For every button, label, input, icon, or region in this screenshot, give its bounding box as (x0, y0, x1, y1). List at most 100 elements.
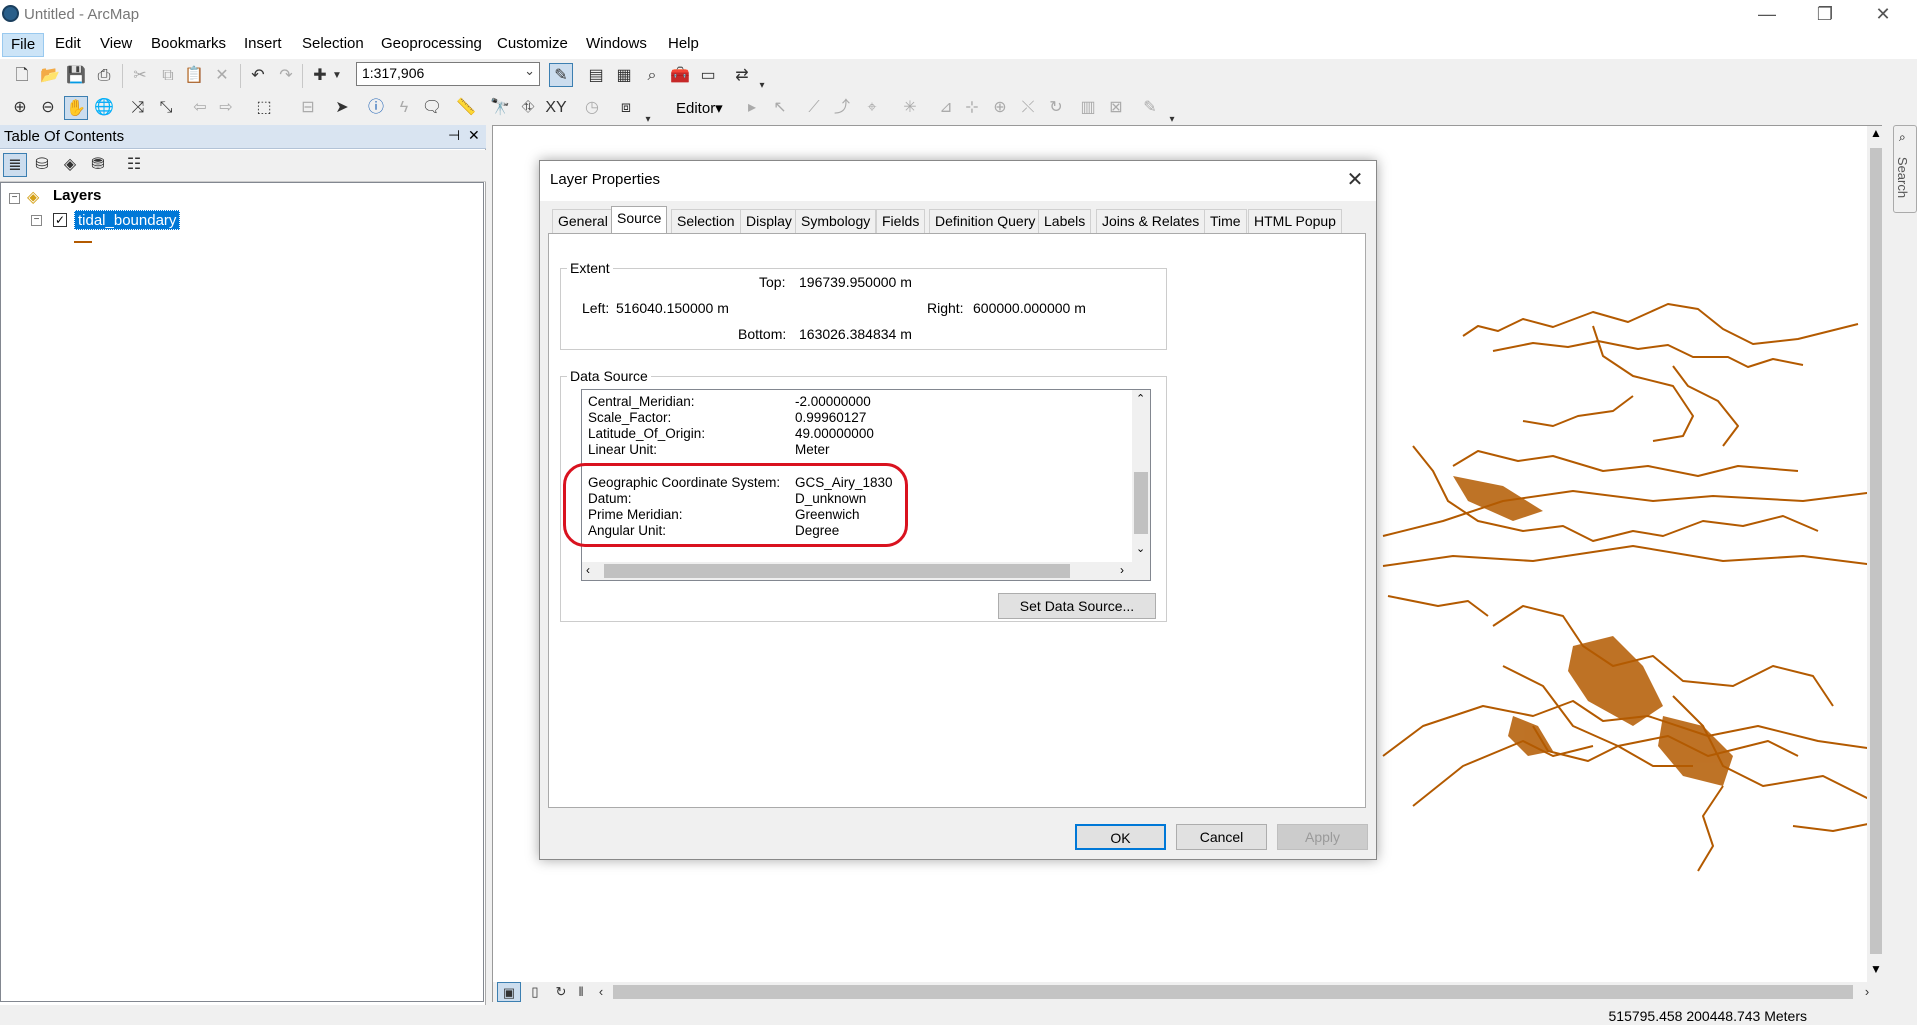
tab-general[interactable]: General (552, 209, 614, 233)
list-by-selection-icon[interactable]: ⛃ (86, 153, 110, 177)
table-of-contents-icon[interactable]: ▤ (584, 64, 608, 88)
go-to-xy-icon[interactable]: XY (544, 96, 568, 120)
menu-insert[interactable]: Insert (236, 33, 290, 57)
zoom-out-icon[interactable]: ⊖ (36, 96, 60, 120)
collapse-layer-icon[interactable]: − (31, 215, 42, 226)
data-source-hscroll-thumb[interactable] (604, 564, 1070, 578)
menu-view[interactable]: View (92, 33, 140, 57)
fixed-zoom-out-icon[interactable]: ⤡ (154, 96, 178, 120)
menu-help[interactable]: Help (660, 33, 707, 57)
scroll-up-icon[interactable]: ⌃ (1136, 392, 1145, 405)
print-icon[interactable]: ⎙ (92, 64, 116, 88)
menu-edit[interactable]: Edit (47, 33, 89, 57)
toc-close-icon[interactable]: ✕ (468, 127, 480, 144)
apply-button[interactable]: Apply (1277, 824, 1368, 850)
sketch-properties-icon[interactable]: ⊠ (1104, 96, 1128, 120)
select-elements-icon[interactable]: ➤ (330, 96, 354, 120)
list-by-visibility-icon[interactable]: ◈ (58, 153, 82, 177)
paste-icon[interactable]: 📋 (182, 64, 206, 88)
measure-icon[interactable]: 📏 (454, 96, 478, 120)
catalog-icon[interactable]: ▦ (612, 64, 636, 88)
split-icon[interactable]: ⤬ (1016, 96, 1040, 120)
cut-icon[interactable]: ✂ (128, 64, 152, 88)
straight-segment-icon[interactable]: ⟋ (802, 96, 826, 120)
tab-definition-query[interactable]: Definition Query (929, 209, 1042, 233)
map-scale-combobox[interactable]: 1:317,906 ⌄ (356, 62, 540, 86)
edit-annotation-icon[interactable]: ↖ (768, 96, 792, 120)
tab-time[interactable]: Time (1204, 209, 1247, 233)
menu-bookmarks[interactable]: Bookmarks (143, 33, 234, 57)
cancel-button[interactable]: Cancel (1176, 824, 1267, 850)
tab-symbology[interactable]: Symbology (795, 209, 877, 233)
rotate-icon[interactable]: ↻ (1044, 96, 1068, 120)
scroll-down-icon[interactable]: ⌄ (1136, 542, 1145, 555)
list-by-source-icon[interactable]: ⛁ (30, 153, 54, 177)
tab-labels[interactable]: Labels (1038, 209, 1092, 233)
horizontal-scroll-thumb[interactable] (613, 985, 1853, 999)
search-window-icon[interactable]: ⌕ (640, 64, 664, 88)
hyperlink-icon[interactable]: ϟ (392, 96, 416, 120)
fixed-zoom-in-icon[interactable]: ⤨ (126, 96, 150, 120)
tab-html-popup[interactable]: HTML Popup (1248, 209, 1342, 233)
collapse-layers-icon[interactable]: − (9, 193, 20, 204)
pan-icon[interactable]: ✋ (64, 96, 88, 120)
layer-visibility-checkbox[interactable]: ✓ (53, 213, 67, 227)
layout-view-icon[interactable]: ▯ (523, 982, 547, 1002)
map-vertical-scrollbar[interactable]: ▲ ▼ (1867, 126, 1885, 982)
html-popup-icon[interactable]: 🗨 (420, 96, 444, 120)
vertical-scroll-thumb[interactable] (1870, 148, 1882, 954)
new-document-icon[interactable]: 🗋 (10, 64, 34, 88)
trace-icon[interactable]: ⌖ (860, 96, 884, 120)
search-side-tab[interactable]: ⌕ Search (1893, 125, 1917, 213)
delete-icon[interactable]: ✕ (210, 64, 234, 88)
layer-name-tidal-boundary[interactable]: tidal_boundary (74, 210, 181, 230)
add-data-dropdown-icon[interactable]: ▼ (330, 64, 344, 88)
scroll-down-icon[interactable]: ▼ (1870, 962, 1882, 976)
menu-windows[interactable]: Windows (578, 33, 655, 57)
identify-icon[interactable]: ⓘ (364, 96, 388, 120)
tab-joins-relates[interactable]: Joins & Relates (1096, 209, 1206, 233)
data-source-vertical-scrollbar[interactable]: ⌃ ⌄ (1132, 390, 1150, 562)
save-icon[interactable]: 💾 (64, 64, 88, 88)
end-point-arc-icon[interactable]: ⤴ (830, 96, 854, 120)
select-features-icon[interactable]: ⬚ (252, 96, 276, 120)
menu-selection[interactable]: Selection (294, 33, 372, 57)
list-by-drawing-order-icon[interactable]: ≣ (3, 153, 27, 177)
restore-button[interactable]: ❐ (1796, 0, 1854, 30)
find-route-icon[interactable]: ⛗ (516, 96, 540, 120)
scroll-right-icon[interactable]: › (1120, 563, 1124, 577)
ok-button[interactable]: OK (1075, 824, 1166, 850)
find-icon[interactable]: 🔭 (488, 96, 512, 120)
menu-geoprocessing[interactable]: Geoprocessing (373, 33, 490, 57)
menu-file[interactable]: File (2, 33, 45, 57)
full-extent-icon[interactable]: 🌐 (92, 96, 116, 120)
scroll-left-icon[interactable]: ‹ (586, 563, 590, 577)
time-slider-icon[interactable]: ◷ (580, 96, 604, 120)
close-window-button[interactable]: ✕ (1854, 0, 1912, 30)
back-extent-icon[interactable]: ⇦ (188, 96, 212, 120)
editor-toolbar-toggle-icon[interactable]: ✎ (549, 63, 573, 87)
data-source-horizontal-scrollbar[interactable]: ‹ › (582, 562, 1134, 580)
undo-icon[interactable]: ↶ (246, 64, 270, 88)
editor-menu[interactable]: Editor▾ (676, 99, 723, 117)
scroll-up-icon[interactable]: ▲ (1870, 126, 1882, 140)
attributes-icon[interactable]: ▥ (1076, 96, 1100, 120)
point-icon[interactable]: ✳ (898, 96, 922, 120)
clear-selection-icon[interactable]: ⊟ (296, 96, 320, 120)
create-viewer-window-icon[interactable]: ⧈ (614, 96, 638, 120)
set-data-source-button[interactable]: Set Data Source... (998, 593, 1156, 619)
edit-tool-icon[interactable]: ▸ (740, 96, 764, 120)
menu-customize[interactable]: Customize (489, 33, 576, 57)
data-view-icon[interactable]: ▣ (497, 982, 521, 1002)
forward-extent-icon[interactable]: ⇨ (214, 96, 238, 120)
zoom-in-icon[interactable]: ⊕ (8, 96, 32, 120)
add-data-icon[interactable]: ✚ (308, 64, 332, 88)
layers-root-label[interactable]: Layers (53, 187, 101, 204)
model-builder-icon[interactable]: ⇄ (730, 64, 754, 88)
minimize-button[interactable]: — (1738, 0, 1796, 30)
tab-fields[interactable]: Fields (876, 209, 926, 233)
toc-options-icon[interactable]: ☷ (122, 153, 146, 177)
cut-polygons-icon[interactable]: ⊕ (988, 96, 1012, 120)
scroll-left-icon[interactable]: ‹ (589, 982, 613, 1002)
tab-selection[interactable]: Selection (671, 209, 741, 233)
